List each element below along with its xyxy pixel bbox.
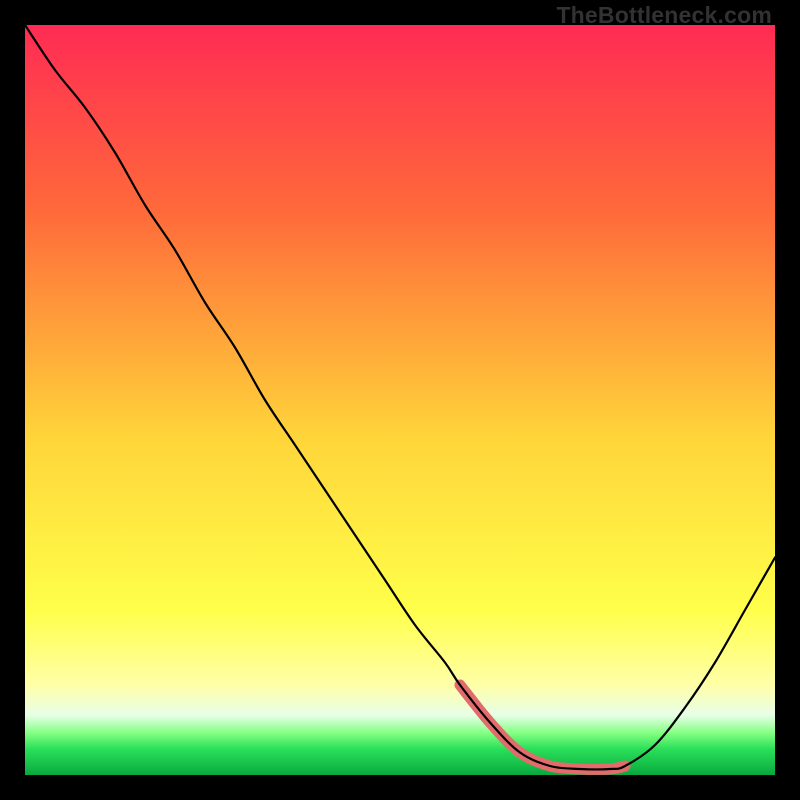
watermark-text: TheBottleneck.com [556,2,772,29]
bottleneck-chart [25,25,775,775]
chart-frame [25,25,775,775]
gradient-background [25,25,775,775]
